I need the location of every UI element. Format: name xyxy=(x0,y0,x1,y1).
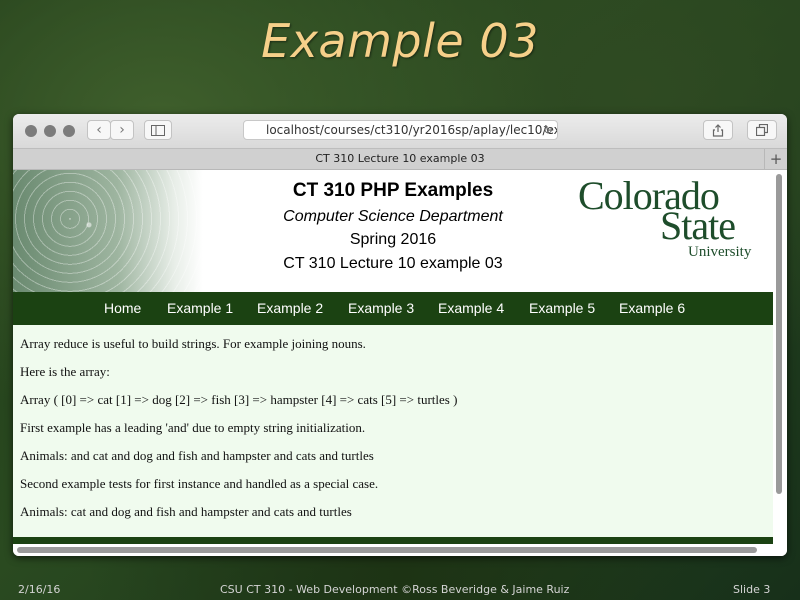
close-window-button[interactable] xyxy=(25,125,37,137)
horizontal-scroll-thumb[interactable] xyxy=(17,547,757,553)
page-header: CT 310 PHP Examples Computer Science Dep… xyxy=(13,170,773,292)
vertical-scrollbar[interactable] xyxy=(775,170,783,545)
logo-line-3: University xyxy=(688,244,752,260)
logo-line-2: State xyxy=(660,203,736,248)
zoom-window-button[interactable] xyxy=(63,125,75,137)
forward-button[interactable]: › xyxy=(110,120,134,140)
body-text: Second example tests for first instance … xyxy=(20,476,379,491)
body-text: Here is the array: xyxy=(20,364,110,379)
body-text: Array reduce is useful to build strings.… xyxy=(20,336,366,351)
nav-home[interactable]: Home xyxy=(104,292,141,325)
chevron-right-icon: › xyxy=(119,122,125,138)
footer-slide-number: Slide 3 xyxy=(733,583,771,596)
tabs-icon xyxy=(755,123,769,137)
body-text: Animals: cat and dog and fish and hampst… xyxy=(20,504,352,519)
address-bar[interactable]: localhost/courses/ct310/yr2016sp/aplay/l… xyxy=(243,120,558,140)
nav-example-4[interactable]: Example 4 xyxy=(438,292,504,325)
site-nav: Home Example 1 Example 2 Example 3 Examp… xyxy=(13,292,773,325)
horizontal-scrollbar[interactable] xyxy=(13,544,787,556)
share-button[interactable] xyxy=(703,120,733,140)
minimize-window-button[interactable] xyxy=(44,125,56,137)
csu-logo: Colorado State University xyxy=(578,176,773,266)
department-text: Computer Science Department xyxy=(283,208,503,225)
lecture-subtitle: CT 310 Lecture 10 example 03 xyxy=(283,255,503,272)
browser-toolbar: ‹ › localhost/courses/ct310/yr2016sp/apl… xyxy=(13,114,787,149)
footer-credit: CSU CT 310 - Web Development ©Ross Bever… xyxy=(220,583,570,596)
tab-bar: CT 310 Lecture 10 example 03 + xyxy=(13,149,787,170)
page-title: CT 310 PHP Examples xyxy=(292,180,494,201)
new-tab-button[interactable]: + xyxy=(764,149,787,169)
body-text: Animals: and cat and dog and fish and ha… xyxy=(20,448,374,463)
browser-window: ‹ › localhost/courses/ct310/yr2016sp/apl… xyxy=(13,114,787,556)
nav-example-3[interactable]: Example 3 xyxy=(348,292,414,325)
show-tabs-button[interactable] xyxy=(747,120,777,140)
sidebar-icon xyxy=(151,125,165,136)
share-icon xyxy=(712,124,724,137)
back-button[interactable]: ‹ xyxy=(87,120,111,140)
nav-example-6[interactable]: Example 6 xyxy=(619,292,685,325)
body-text: First example has a leading 'and' due to… xyxy=(20,420,366,435)
spider-web-image xyxy=(13,170,203,292)
footer-date: 2/16/16 xyxy=(18,583,61,596)
nav-example-1[interactable]: Example 1 xyxy=(167,292,233,325)
reload-icon[interactable]: ↻ xyxy=(543,121,553,139)
vertical-scroll-thumb[interactable] xyxy=(776,174,782,494)
url-text: localhost/courses/ct310/yr2016sp/aplay/l… xyxy=(266,123,558,137)
nav-example-2[interactable]: Example 2 xyxy=(257,292,323,325)
nav-example-5[interactable]: Example 5 xyxy=(529,292,595,325)
chevron-left-icon: ‹ xyxy=(96,122,102,138)
body-text: Array ( [0] => cat [1] => dog [2] => fis… xyxy=(20,392,458,407)
tab-active[interactable]: CT 310 Lecture 10 example 03 xyxy=(315,152,484,165)
web-page: CT 310 PHP Examples Computer Science Dep… xyxy=(13,170,773,545)
term-text: Spring 2016 xyxy=(349,231,437,248)
slide-title: Example 03 xyxy=(261,14,539,68)
sidebar-button[interactable] xyxy=(144,120,172,140)
